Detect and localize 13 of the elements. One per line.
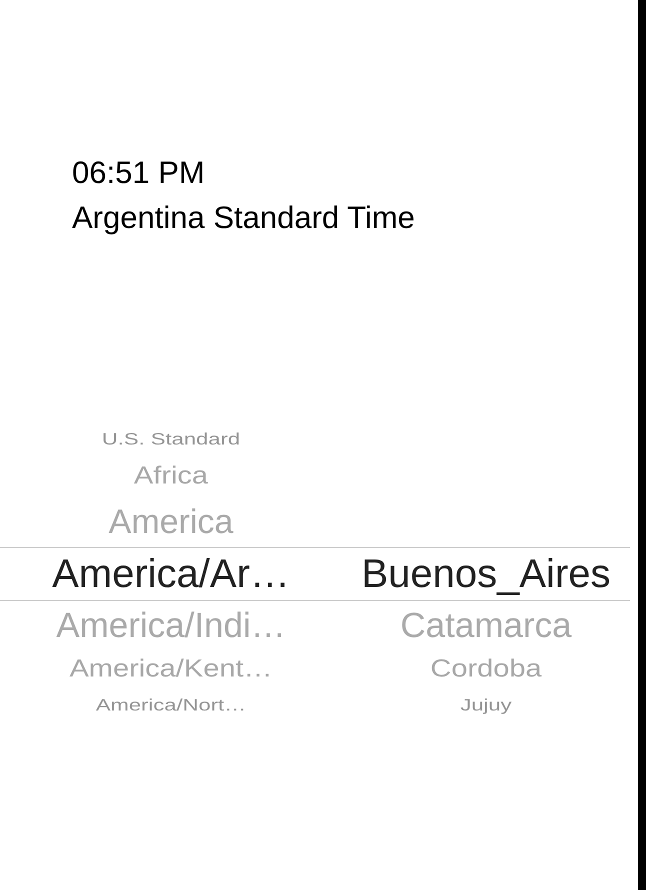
- time-text: 06:51 PM: [72, 154, 206, 192]
- picker-option[interactable]: Jujuy: [460, 696, 512, 714]
- picker-option[interactable]: Buenos_Aires: [361, 554, 611, 594]
- picker-option[interactable]: Africa: [134, 464, 208, 488]
- picker-option[interactable]: America/Nort…: [96, 696, 246, 714]
- picker-option[interactable]: America: [108, 505, 234, 539]
- picker-option[interactable]: America/Kent…: [69, 657, 273, 682]
- picker-option[interactable]: Catamarca: [400, 608, 572, 642]
- picker-option[interactable]: U.S. Standard: [102, 430, 240, 447]
- picker-option[interactable]: America/Ar…: [52, 554, 290, 594]
- picker-option[interactable]: Cordoba: [430, 657, 542, 682]
- timezone-name: Argentina Standard Time: [72, 199, 416, 237]
- picker-option[interactable]: America/Indi…: [56, 608, 286, 642]
